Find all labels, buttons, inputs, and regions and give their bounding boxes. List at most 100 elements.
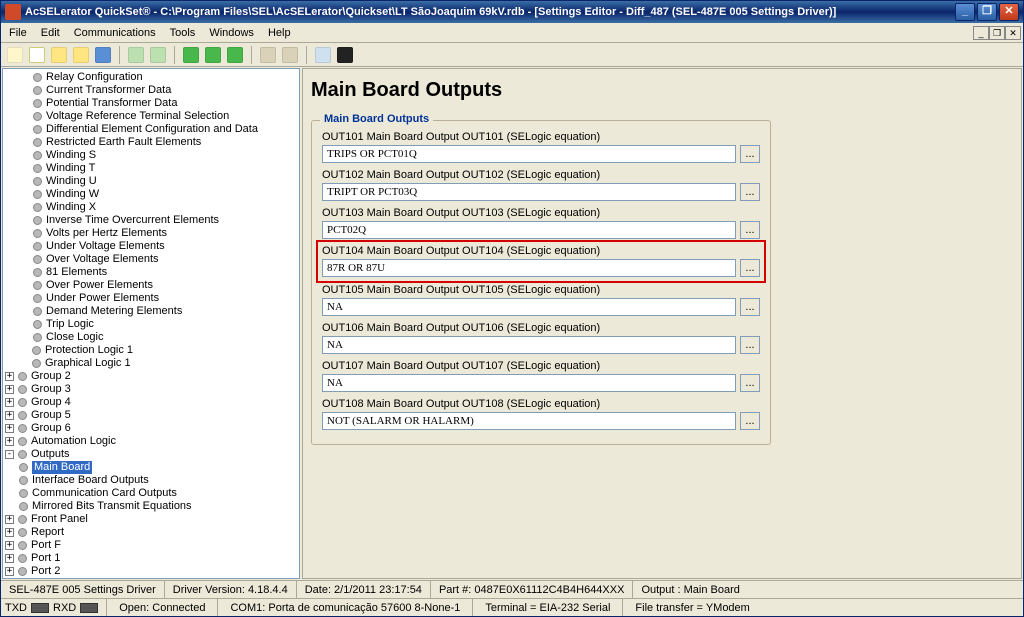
out104-input[interactable]	[322, 259, 736, 277]
minimize-button[interactable]: _	[955, 3, 975, 21]
settings-tree[interactable]: Relay Configuration Current Transformer …	[2, 68, 300, 579]
tree-item[interactable]: Under Power Elements	[46, 292, 159, 305]
out106-input[interactable]	[322, 336, 736, 354]
menu-communications[interactable]: Communications	[68, 25, 162, 41]
open-icon[interactable]	[29, 47, 45, 63]
out106-edit-button[interactable]: ...	[740, 336, 760, 354]
expand-icon[interactable]: +	[5, 437, 14, 446]
tree-item[interactable]: Group 6	[31, 422, 71, 435]
tree-item[interactable]: Port F	[31, 539, 61, 552]
tree-item[interactable]: Winding X	[46, 201, 96, 214]
tree-item[interactable]: Communication Card Outputs	[32, 487, 177, 500]
tree-item-main-board[interactable]: Main Board	[32, 461, 92, 474]
folder2-icon[interactable]	[73, 47, 89, 63]
tree-item[interactable]: Restricted Earth Fault Elements	[46, 136, 201, 149]
tree-item[interactable]: Winding S	[46, 149, 96, 162]
out103-edit-button[interactable]: ...	[740, 221, 760, 239]
tree-item[interactable]: Potential Transformer Data	[46, 97, 177, 110]
tree-item[interactable]: Interface Board Outputs	[32, 474, 149, 487]
tree-item[interactable]: Group 5	[31, 409, 71, 422]
out102-edit-button[interactable]: ...	[740, 183, 760, 201]
out102-input[interactable]	[322, 183, 736, 201]
sync-icon[interactable]	[227, 47, 243, 63]
menu-tools[interactable]: Tools	[164, 25, 202, 41]
out104-edit-button[interactable]: ...	[740, 259, 760, 277]
expand-icon[interactable]: +	[5, 528, 14, 537]
new-icon[interactable]	[7, 47, 23, 63]
mdi-close-button[interactable]: ✕	[1005, 26, 1021, 40]
tree-item[interactable]: Group 4	[31, 396, 71, 409]
out101-input[interactable]	[322, 145, 736, 163]
tree-item[interactable]: Report	[31, 526, 64, 539]
out108-edit-button[interactable]: ...	[740, 412, 760, 430]
tree-item[interactable]: Group 2	[31, 370, 71, 383]
tree-item[interactable]: Outputs	[31, 448, 70, 461]
expand-icon[interactable]: +	[5, 411, 14, 420]
folder-icon[interactable]	[51, 47, 67, 63]
expand-icon[interactable]: +	[5, 567, 14, 576]
tree-item[interactable]: Winding T	[46, 162, 95, 175]
tree-item[interactable]: Winding U	[46, 175, 97, 188]
tree-item[interactable]: Voltage Reference Terminal Selection	[46, 110, 229, 123]
out107-edit-button[interactable]: ...	[740, 374, 760, 392]
tree-item[interactable]: Port 2	[31, 565, 60, 578]
expand-icon[interactable]: +	[5, 541, 14, 550]
mdi-minimize-button[interactable]: _	[973, 26, 989, 40]
tree-item[interactable]: 81 Elements	[46, 266, 107, 279]
tree-item[interactable]: Under Voltage Elements	[46, 240, 165, 253]
tree-item[interactable]: Winding W	[46, 188, 99, 201]
tool1-icon[interactable]	[260, 47, 276, 63]
collapse-icon[interactable]: -	[5, 450, 14, 459]
out103-input[interactable]	[322, 221, 736, 239]
action1-icon[interactable]	[128, 47, 144, 63]
tree-item[interactable]: Port 3	[31, 578, 60, 579]
expand-icon[interactable]: +	[5, 424, 14, 433]
tree-item[interactable]: Close Logic	[46, 331, 103, 344]
expand-icon[interactable]: +	[5, 372, 14, 381]
tree-item[interactable]: Differential Element Configuration and D…	[46, 123, 258, 136]
tree-item[interactable]: Automation Logic	[31, 435, 116, 448]
tree-item[interactable]: Front Panel	[31, 513, 88, 526]
out101-edit-button[interactable]: ...	[740, 145, 760, 163]
maximize-button[interactable]: ❐	[977, 3, 997, 21]
tree-item[interactable]: Relay Configuration	[46, 71, 143, 84]
toolbar-sep2	[174, 46, 175, 64]
terminal-icon[interactable]	[337, 47, 353, 63]
tree-item[interactable]: Graphical Logic 1	[45, 357, 131, 370]
expand-icon[interactable]: +	[5, 398, 14, 407]
expand-icon[interactable]: +	[5, 515, 14, 524]
out105-input[interactable]	[322, 298, 736, 316]
titlebar[interactable]: AcSELerator QuickSet® - C:\Program Files…	[1, 1, 1023, 23]
tree-item[interactable]: Mirrored Bits Transmit Equations	[32, 500, 192, 513]
out105-edit-button[interactable]: ...	[740, 298, 760, 316]
hmi-icon[interactable]	[315, 47, 331, 63]
action2-icon[interactable]	[150, 47, 166, 63]
tree-item[interactable]: Group 3	[31, 383, 71, 396]
out107-input[interactable]	[322, 374, 736, 392]
menu-edit[interactable]: Edit	[35, 25, 66, 41]
menu-help[interactable]: Help	[262, 25, 297, 41]
tree-item[interactable]: Port 1	[31, 552, 60, 565]
tree-item[interactable]: Protection Logic 1	[45, 344, 133, 357]
tree-item[interactable]: Over Power Elements	[46, 279, 153, 292]
tree-item[interactable]: Demand Metering Elements	[46, 305, 182, 318]
receive-icon[interactable]	[205, 47, 221, 63]
tree-item[interactable]: Inverse Time Overcurrent Elements	[46, 214, 219, 227]
send-icon[interactable]	[183, 47, 199, 63]
close-button[interactable]: ✕	[999, 3, 1019, 21]
expand-icon[interactable]: +	[5, 554, 14, 563]
conn-status: Open: Connected	[111, 602, 213, 614]
save-icon[interactable]	[95, 47, 111, 63]
tool2-icon[interactable]	[282, 47, 298, 63]
tree-item[interactable]: Current Transformer Data	[46, 84, 171, 97]
tree-item[interactable]: Over Voltage Elements	[46, 253, 159, 266]
out104-label: OUT104 Main Board Output OUT104 (SELogic…	[322, 245, 760, 257]
tree-item[interactable]: Volts per Hertz Elements	[46, 227, 167, 240]
menu-file[interactable]: File	[3, 25, 33, 41]
expand-icon[interactable]: +	[5, 385, 14, 394]
tree-item[interactable]: Trip Logic	[46, 318, 94, 331]
menu-windows[interactable]: Windows	[203, 25, 260, 41]
out108-input[interactable]	[322, 412, 736, 430]
mdi-restore-button[interactable]: ❐	[989, 26, 1005, 40]
toolbar-sep3	[251, 46, 252, 64]
